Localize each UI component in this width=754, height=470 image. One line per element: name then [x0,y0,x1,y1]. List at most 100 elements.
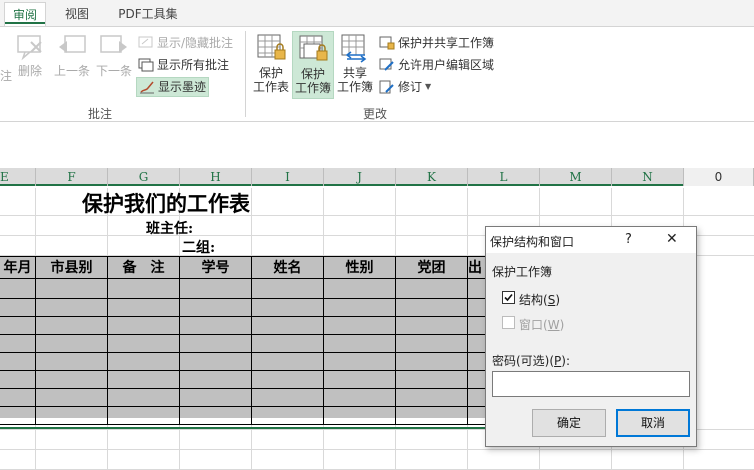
table-header-cell: 年月 [3,260,32,276]
next-comment-label: 下一条 [95,64,132,78]
track-changes-icon [379,80,394,94]
protect-share-label: 保护并共享工作簿 [398,36,495,50]
password-label-pre: 密码(可选)( [492,354,555,368]
close-icon[interactable]: ✕ [666,231,678,247]
column-header[interactable]: N [612,168,684,186]
ribbon-tab-bar: 审阅 视图 PDF工具集 [0,0,754,26]
table-border [395,256,396,424]
changes-group-label: 更改 [362,107,387,121]
next-comment-button[interactable]: 下一条 [94,33,134,78]
ink-pen-icon [140,81,154,94]
previous-comment-label: 上一条 [53,64,90,78]
ribbon: 注 删除 上一条 下一条 显示/隐藏批注 显示所有批注 显示墨迹 批注 保护 工… [0,26,754,122]
cancel-button[interactable]: 取消 [616,409,690,437]
windows-label[interactable]: 窗口(W) [519,316,564,333]
table-border [107,256,108,424]
share-workbook-button[interactable]: 共享 工作簿 [335,33,375,94]
table-border [0,298,486,299]
table-border [0,370,486,371]
table-border [0,334,486,335]
show-hide-comment-icon [138,36,153,48]
protect-workbook-button[interactable]: 保护 工作簿 [292,31,334,99]
table-border [35,256,36,424]
show-all-comments-label: 显示所有批注 [157,58,230,72]
table-border [0,406,486,407]
password-label-post: ): [561,354,571,368]
column-header[interactable]: M [540,168,612,186]
teacher-label: 班主任: [146,221,194,237]
previous-comment-button[interactable]: 上一条 [52,33,92,78]
table-border [0,352,486,353]
column-header[interactable]: G [108,168,180,186]
column-header[interactable]: J [324,168,396,186]
track-changes-button[interactable]: 修订 ▼ [379,77,431,97]
protect-share-workbook-button[interactable]: 保护并共享工作簿 [379,33,494,53]
share-workbook-label-2: 工作簿 [336,80,373,94]
tab-pdf-tools[interactable]: PDF工具集 [110,2,186,26]
table-border [251,256,252,424]
column-header[interactable]: F [36,168,108,186]
windows-checkbox[interactable] [502,316,515,329]
password-input[interactable] [492,371,690,397]
table-border [179,256,180,424]
table-border [323,256,324,424]
group-label: 二组: [182,240,216,256]
password-label: 密码(可选)(P): [492,352,570,369]
selected-table-range[interactable] [0,256,486,418]
dialog-title: 保护结构和窗口 [490,235,575,249]
structure-checkbox[interactable] [502,291,515,304]
table-border [0,424,486,425]
table-border [467,256,468,424]
structure-label[interactable]: 结构(S) [519,291,560,308]
column-header-bar: E F G H I J K L M N 0 [0,168,754,186]
help-icon[interactable]: ? [625,232,632,247]
table-border [0,256,486,257]
next-comment-icon [100,35,127,53]
table-header-cell: 党团 [417,260,446,276]
column-header[interactable]: L [468,168,540,186]
column-header[interactable]: K [396,168,468,186]
annotation-group-label: 批注 [87,107,112,121]
protect-sheet-label-2: 工作表 [252,80,289,94]
protect-workbook-icon [299,35,328,61]
structure-label-text: 结构 [519,293,544,307]
section-title: 保护工作簿 [492,265,553,279]
sheet-top-area [0,122,754,168]
windows-hotkey: W [547,318,560,332]
column-header[interactable]: H [180,168,252,186]
tab-review[interactable]: 审阅 [4,2,46,26]
protect-share-icon [379,36,395,50]
ok-button[interactable]: 确定 [532,409,606,437]
protect-sheet-icon [257,34,286,60]
table-border [0,316,486,317]
show-all-comments-button[interactable]: 显示所有批注 [138,55,229,75]
protect-sheet-button[interactable]: 保护 工作表 [251,33,291,94]
new-comment-button[interactable]: 注 [0,69,12,83]
table-header-cell: 姓名 [273,260,302,276]
share-workbook-icon [341,34,367,63]
structure-hotkey: S [547,293,556,307]
chevron-down-icon: ▼ [425,82,432,91]
group-separator [245,31,246,117]
share-workbook-label-1: 共享 [342,66,367,80]
column-header[interactable]: I [252,168,324,186]
tab-view[interactable]: 视图 [56,2,98,26]
table-header-cell: 学号 [201,260,230,276]
sheet-title: 保护我们的工作表 [82,191,250,216]
protect-structure-dialog: 保护结构和窗口 ? ✕ 保护工作簿 结构(S) 窗口(W) 密码(可选)(P):… [485,226,697,447]
windows-label-text: 窗口 [519,318,544,332]
gridline [0,449,754,450]
delete-comment-icon [17,35,42,61]
column-header[interactable]: E [0,168,36,186]
show-hide-comment-button[interactable]: 显示/隐藏批注 [138,33,233,53]
delete-comment-label: 删除 [17,64,42,78]
table-header-cell: 备 注 [122,260,165,276]
delete-comment-button[interactable]: 删除 [14,33,46,78]
table-header-cell: 性别 [345,260,374,276]
allow-edit-ranges-button[interactable]: 允许用户编辑区域 [379,55,494,75]
track-changes-label: 修订 [398,80,423,94]
protect-sheet-label-1: 保护 [258,66,283,80]
table-border [0,388,486,389]
column-header[interactable]: 0 [684,168,754,186]
show-ink-button[interactable]: 显示墨迹 [136,77,210,97]
